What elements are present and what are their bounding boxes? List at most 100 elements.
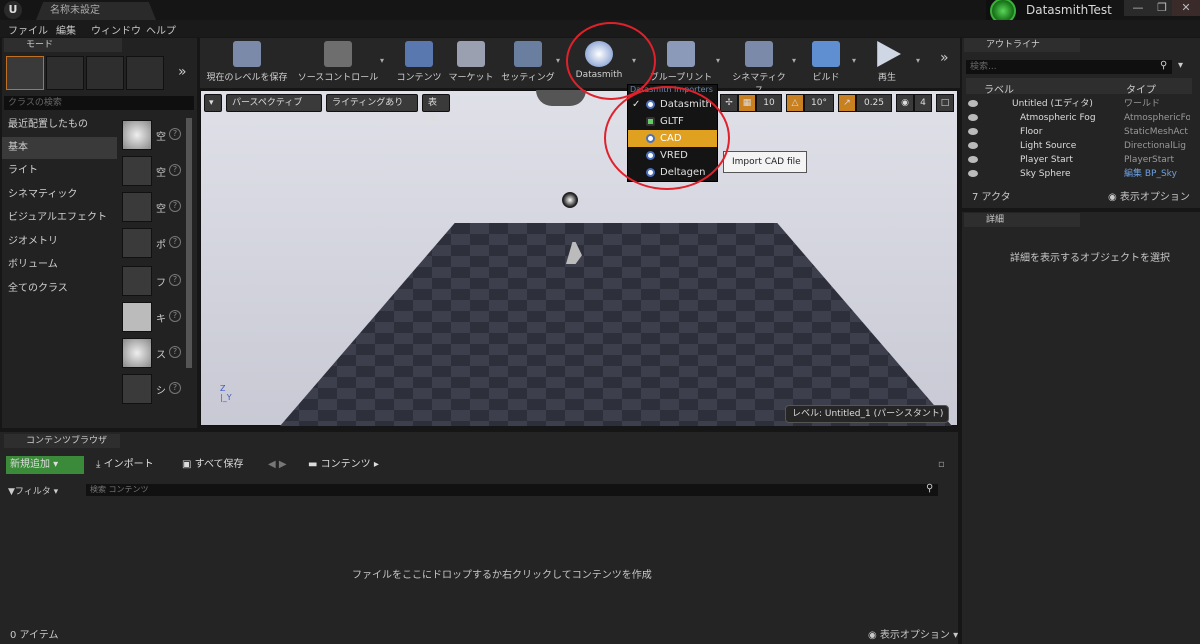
- details-panel: [962, 212, 1200, 644]
- category-basic[interactable]: 基本: [2, 137, 117, 159]
- nav-back-forward[interactable]: ◀ ▶: [268, 456, 287, 474]
- class-item[interactable]: ス?: [120, 336, 184, 370]
- settings-button[interactable]: セッティング: [500, 38, 556, 88]
- outliner-row[interactable]: Player Start PlayerStart: [966, 153, 1192, 167]
- chevron-down-icon[interactable]: ▾: [716, 56, 720, 65]
- show-button[interactable]: 表示: [422, 94, 450, 124]
- class-item[interactable]: シ?: [120, 372, 184, 406]
- add-new-button[interactable]: 新規追加 ▾: [6, 456, 84, 474]
- class-item[interactable]: ポ?: [120, 226, 184, 260]
- tab-content-browser[interactable]: コンテンツブラウザ: [4, 434, 120, 448]
- outliner-row[interactable]: Light Source DirectionalLig: [966, 139, 1192, 153]
- column-type[interactable]: タイプ: [1126, 81, 1156, 96]
- gear-icon: [514, 41, 542, 67]
- actor-count: 7 アクタ: [972, 192, 1011, 203]
- source-control-button[interactable]: ソースコントロール: [296, 38, 380, 88]
- eye-icon[interactable]: [968, 170, 978, 177]
- class-item[interactable]: フ?: [120, 264, 184, 298]
- clapper-icon: [745, 41, 773, 67]
- filter-button[interactable]: ▼フィルタ ▾: [8, 484, 58, 497]
- build-button[interactable]: ビルド: [804, 38, 848, 88]
- outliner-search-input[interactable]: 検索...: [966, 60, 1172, 74]
- view-options-button[interactable]: ◉ 表示オプション: [1108, 188, 1190, 203]
- lighting-mode-button[interactable]: ライティングあり: [326, 94, 418, 112]
- surface-snap-icon[interactable]: ✢: [720, 94, 738, 112]
- eye-icon[interactable]: [968, 156, 978, 163]
- marketplace-icon: [457, 41, 485, 67]
- class-item[interactable]: キ?: [120, 300, 184, 334]
- document-tab[interactable]: 名称未設定: [36, 2, 156, 20]
- maximize-viewport-icon[interactable]: □: [936, 94, 954, 112]
- play-button[interactable]: 再生: [864, 38, 910, 88]
- blueprint-icon: [667, 41, 695, 67]
- outliner-row[interactable]: Untitled (エディタ) ワールド: [966, 97, 1192, 111]
- scrollbar[interactable]: [186, 118, 192, 368]
- rotation-snap-value[interactable]: 10°: [804, 94, 834, 112]
- landscape-mode-icon[interactable]: [86, 56, 124, 90]
- import-icon: ⤓: [96, 459, 104, 470]
- camera-speed-icon[interactable]: ◉: [896, 94, 914, 112]
- category-volumes[interactable]: ボリューム: [2, 254, 117, 276]
- grid-snap-icon[interactable]: ▦: [738, 94, 756, 112]
- foliage-mode-icon[interactable]: [126, 56, 164, 90]
- content-search-input[interactable]: 検索 コンテンツ: [86, 484, 938, 496]
- import-button[interactable]: ⤓ インポート: [96, 456, 154, 474]
- content-button[interactable]: コンテンツ: [394, 38, 444, 88]
- eye-icon[interactable]: [968, 128, 978, 135]
- menu-file[interactable]: ファイル: [8, 22, 48, 37]
- save-all-button[interactable]: ▣ すべて保存: [182, 456, 244, 474]
- sky-sphere-object[interactable]: [562, 192, 578, 208]
- chevron-down-icon[interactable]: ▾: [556, 56, 560, 65]
- rotation-snap-icon[interactable]: △: [786, 94, 804, 112]
- viewport-options-button[interactable]: ▾: [204, 94, 222, 112]
- chevron-down-icon[interactable]: ▾: [380, 56, 384, 65]
- more-toolbar-icon[interactable]: »: [940, 50, 949, 66]
- outliner-row[interactable]: Sky Sphere 編集 BP_Sky: [966, 167, 1192, 181]
- chevron-down-icon[interactable]: ▾: [916, 56, 920, 65]
- settings-icon[interactable]: ▾: [1178, 60, 1183, 71]
- class-item[interactable]: 空?: [120, 190, 184, 224]
- class-search-input[interactable]: クラスの検索: [4, 96, 194, 110]
- more-modes-icon[interactable]: »: [178, 64, 187, 80]
- close-button[interactable]: ✕: [1172, 0, 1200, 16]
- menu-window[interactable]: ウィンドウ: [91, 22, 141, 37]
- paint-mode-icon[interactable]: [46, 56, 84, 90]
- tab-modes[interactable]: モード: [4, 38, 122, 52]
- blueprint-button[interactable]: ブループリント: [648, 38, 714, 88]
- outliner-row[interactable]: Floor StaticMeshAct: [966, 125, 1192, 139]
- menu-help[interactable]: ヘルプ: [146, 22, 176, 37]
- category-vfx[interactable]: ビジュアルエフェクト: [2, 207, 117, 229]
- chevron-down-icon[interactable]: ▾: [852, 56, 856, 65]
- save-level-button[interactable]: 現在のレベルを保存: [204, 38, 290, 88]
- class-item[interactable]: 空?: [120, 118, 184, 152]
- marketplace-button[interactable]: マーケット: [446, 38, 496, 88]
- category-all-classes[interactable]: 全てのクラス: [2, 278, 117, 300]
- eye-icon[interactable]: [968, 100, 978, 107]
- cinematics-button[interactable]: シネマティクス: [728, 38, 790, 96]
- view-options-button[interactable]: ◉ 表示オプション ▾: [868, 626, 958, 641]
- perspective-button[interactable]: パースペクティブ: [226, 94, 322, 112]
- tab-details[interactable]: 詳細: [964, 213, 1080, 227]
- axis-indicator-icon: Z |_Y: [220, 384, 232, 402]
- category-recent[interactable]: 最近配置したもの: [2, 114, 117, 136]
- chevron-down-icon[interactable]: ▾: [792, 56, 796, 65]
- place-mode-icon[interactable]: [6, 56, 44, 90]
- category-cinematic[interactable]: シネマティック: [2, 184, 117, 206]
- details-empty-message: 詳細を表示するオブジェクトを選択: [1010, 253, 1170, 264]
- eye-icon: ◉: [868, 630, 880, 641]
- menu-edit[interactable]: 編集: [56, 22, 76, 37]
- category-geometry[interactable]: ジオメトリ: [2, 231, 117, 253]
- grid-snap-value[interactable]: 10: [756, 94, 782, 112]
- camera-speed-value[interactable]: 4: [914, 94, 932, 112]
- scale-snap-value[interactable]: 0.25: [856, 94, 892, 112]
- breadcrumb[interactable]: ▬ コンテンツ ▸: [308, 456, 379, 474]
- scale-snap-icon[interactable]: ↗: [838, 94, 856, 112]
- eye-icon[interactable]: [968, 142, 978, 149]
- lock-icon[interactable]: ▫: [938, 459, 945, 470]
- tab-outliner[interactable]: アウトライナ: [964, 38, 1080, 52]
- class-item[interactable]: 空?: [120, 154, 184, 188]
- outliner-row[interactable]: Atmospheric Fog AtmosphericFo: [966, 111, 1192, 125]
- column-label[interactable]: ラベル: [984, 81, 1014, 96]
- eye-icon[interactable]: [968, 114, 978, 121]
- category-lights[interactable]: ライト: [2, 160, 117, 182]
